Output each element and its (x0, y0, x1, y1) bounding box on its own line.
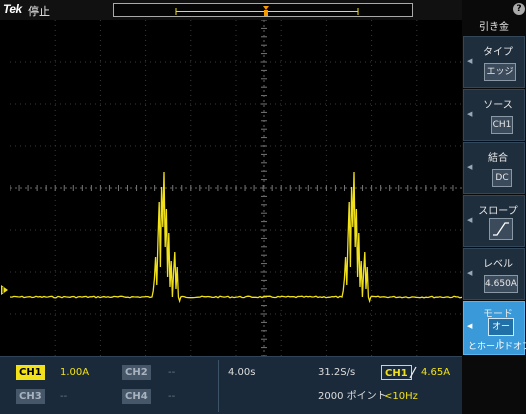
menu-label-level: レベル (483, 259, 513, 270)
record-length: 2000 ポイント (318, 391, 387, 402)
menu-label-type: タイプ (483, 47, 513, 58)
menu-value-source: CH1 (491, 116, 513, 134)
menu-button-coupling[interactable]: ◀ 結合 DC (463, 142, 525, 194)
trigger-slope-icon (409, 366, 417, 379)
left-arrow-icon: ◀ (467, 216, 473, 224)
status-bar: Tek 停止 (0, 0, 462, 20)
ch1-badge[interactable]: CH1 (16, 365, 45, 380)
menu-title: 引き金 (479, 22, 509, 33)
menu-label-slope: スロープ (478, 206, 518, 217)
menu-button-source[interactable]: ◀ ソース CH1 (463, 89, 525, 141)
left-arrow-icon: ◀ (467, 57, 473, 65)
run-status: 停止 (28, 5, 50, 18)
trigger-position-icon (263, 6, 269, 10)
record-view-indicator (175, 6, 359, 16)
ch3-scale: -- (60, 391, 68, 402)
menu-button-mode[interactable]: ◀ モード オート とホールドオフ (463, 301, 526, 355)
ch1-scale: 1.00A (60, 367, 90, 378)
tek-logo: Tek (3, 2, 22, 16)
menu-value-type: エッジ (484, 63, 516, 81)
ch3-badge[interactable]: CH3 (16, 389, 45, 404)
ch1-ground-marker-icon[interactable] (0, 285, 10, 295)
menu-value-level: 4.650A (484, 275, 518, 293)
sample-rate: 31.2S/s (318, 367, 356, 378)
ch4-scale: -- (168, 391, 176, 402)
menu-label-source: ソース (483, 100, 513, 111)
left-arrow-icon: ◀ (467, 322, 473, 330)
menu-button-level[interactable]: ◀ レベル 4.650A (463, 248, 525, 300)
trigger-frequency: <10Hz (384, 391, 418, 402)
rising-edge-icon (489, 218, 513, 240)
trigger-level: 4.65A (421, 367, 451, 378)
timebase: 4.00s (228, 367, 256, 378)
left-arrow-icon: ◀ (467, 110, 473, 118)
help-icon[interactable]: ? (513, 3, 525, 15)
left-arrow-icon: ◀ (467, 163, 473, 171)
menu-sub-holdoff: とホールドオフ (468, 342, 526, 352)
menu-value-coupling: DC (492, 169, 512, 187)
readout-divider (218, 360, 219, 412)
menu-value-mode: オート (488, 318, 514, 349)
menu-button-slope[interactable]: ◀ スロープ (463, 195, 525, 247)
ch2-scale: -- (168, 367, 176, 378)
menu-button-type[interactable]: ◀ タイプ エッジ (463, 36, 525, 88)
menu-label-coupling: 結合 (488, 153, 508, 164)
ch2-badge[interactable]: CH2 (122, 365, 151, 380)
readout-panel: CH1 1.00A CH2 -- CH3 -- CH4 -- 4.00s 31.… (0, 356, 462, 414)
left-arrow-icon: ◀ (467, 269, 473, 277)
ch4-badge[interactable]: CH4 (122, 389, 151, 404)
record-view-bar[interactable] (113, 3, 413, 17)
waveform-graticule[interactable] (10, 20, 462, 356)
